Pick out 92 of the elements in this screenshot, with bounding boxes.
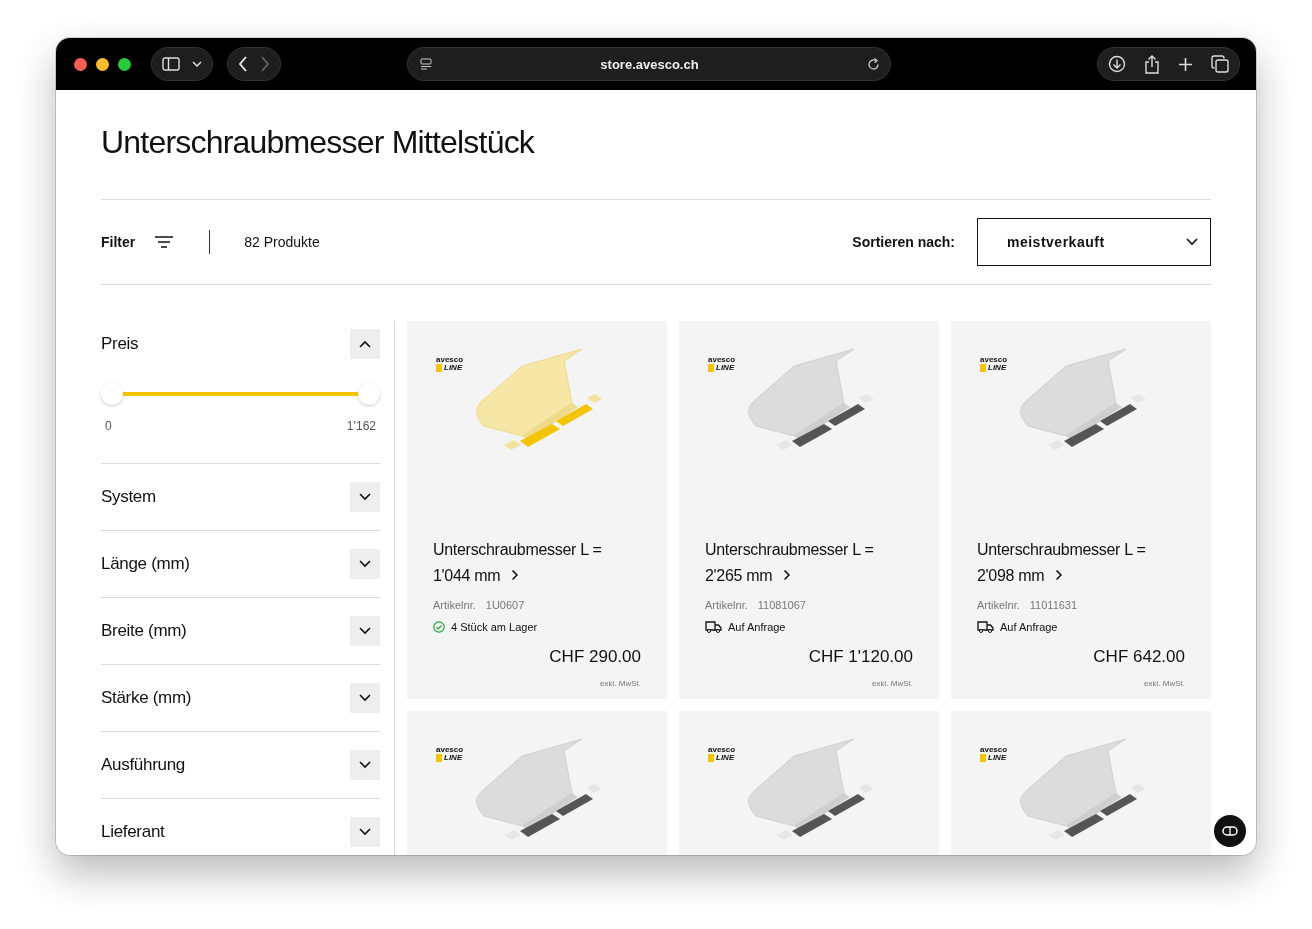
new-tab-button[interactable] [1178,56,1193,72]
logo-text: LINE [708,364,736,372]
sku-number: 1U0607 [485,599,525,611]
filter-section-label: Lieferant [101,822,165,842]
filter-button[interactable]: Filter [101,234,174,250]
sku-label: Artikelnr. [977,599,1020,611]
product-card[interactable]: avesco LINE [951,711,1211,855]
product-card[interactable]: avesco LINE [407,711,667,855]
product-price: CHF 642.00 [1093,647,1185,667]
back-button[interactable] [238,56,248,72]
filter-section-label: Ausführung [101,755,185,775]
tax-note: exkl. MwSt. [1144,679,1185,688]
sku-label: Artikelnr. [705,599,748,611]
logo-text: avesco [436,746,464,754]
expand-toggle-button[interactable] [350,549,380,579]
filter-section-label: Breite (mm) [101,621,187,641]
chevron-down-icon [359,627,371,635]
expand-toggle-button[interactable] [350,683,380,713]
sort-dropdown[interactable]: meistverkauft [977,218,1211,266]
logo-text: avesco [708,356,736,364]
product-name-link[interactable]: Unterschraubmesser L = 2'098 mm [977,537,1185,589]
filter-icon [155,236,174,248]
product-name-link[interactable]: Unterschraubmesser L = 2'265 mm [705,537,913,589]
sku-number: 11081067 [757,599,806,611]
chat-icon [1222,826,1238,836]
check-circle-icon [433,621,445,633]
address-bar[interactable]: store.avesco.ch [407,47,891,81]
url-text: store.avesco.ch [599,56,700,72]
page-title: Unterschraubmesser Mittelstück [101,123,536,162]
product-count: 82 Produkte [244,234,320,250]
minimize-button[interactable] [96,57,109,71]
logo-text: LINE [980,364,1008,372]
logo-text: LINE [708,754,736,762]
product-name-link[interactable]: Unterschraubmesser L = 1'044 mm [433,537,641,589]
chevron-down-icon [359,761,371,769]
logo-text: LINE [436,364,464,372]
sidebar-toggle-button[interactable] [151,47,213,81]
expand-toggle-button[interactable] [350,750,380,780]
logo-text: avesco [436,356,464,364]
close-button[interactable] [74,57,87,71]
chevron-down-icon [359,560,371,568]
chevron-down-icon [1186,238,1198,246]
expand-toggle-button[interactable] [350,817,380,847]
product-card[interactable]: avesco LINE [679,711,939,855]
logo-text: avesco [708,746,736,754]
slider-thumb[interactable] [101,383,123,405]
chevron-right-icon [782,569,791,581]
page-menu-icon [420,58,432,70]
tax-note: exkl. MwSt. [600,679,641,688]
filter-section-label: System [101,487,156,507]
filter-section-label: Stärke (mm) [101,688,192,708]
chevron-up-icon [359,340,371,348]
sidebar-icon [162,57,180,71]
forward-button[interactable] [260,56,270,72]
logo-text: avesco [980,746,1008,754]
chevron-down-icon [359,828,371,836]
stock-status: Auf Anfrage [1000,621,1058,633]
tax-note: exkl. MwSt. [872,679,913,688]
product-price: CHF 290.00 [549,647,641,667]
chevron-right-icon [510,569,519,581]
price-range-slider[interactable] [101,383,380,405]
chevron-right-icon [1054,569,1063,581]
expand-toggle-button[interactable] [350,616,380,646]
product-card[interactable]: avesco LINE Unterschraubmesser L = 1'044 mm Artikelnr. 1U0607 4 Stück am Lager CHF 290.00 exkl. MwSt. [407,321,667,699]
chevron-down-icon [192,61,202,67]
truck-icon [977,621,994,633]
stock-status: Auf Anfrage [728,621,786,633]
filter-section-label: Preis [101,334,139,354]
expand-toggle-button[interactable] [350,482,380,512]
tabs-overview-button[interactable] [1211,55,1229,73]
truck-icon [705,621,722,633]
logo-text: avesco [980,356,1008,364]
sort-label: Sortieren nach: [852,234,955,250]
logo-text: LINE [980,754,1008,762]
product-card[interactable]: avesco LINE Unterschraubmesser L = 2'098 mm Artikelnr. 11011631 Auf Anfrage CHF 642.00 exkl. MwSt. [951,321,1211,699]
product-card[interactable]: avesco LINE Unterschraubmesser L = 2'265 mm Artikelnr. 11081067 Auf Anfrage CHF 1'120.00 exkl. MwSt. [679,321,939,699]
expand-toggle-button[interactable] [350,329,380,359]
share-button[interactable] [1144,54,1160,74]
zoom-button[interactable] [118,57,131,71]
min-price-label: 0 [105,419,112,433]
sku-label: Artikelnr. [433,599,476,611]
download-button[interactable] [1108,55,1126,73]
max-price-label: 1’162 [346,419,376,433]
reload-icon[interactable] [867,57,880,71]
chevron-down-icon [359,493,371,501]
chevron-down-icon [359,694,371,702]
product-price: CHF 1'120.00 [808,647,913,667]
filter-section-label: Länge (mm) [101,554,190,574]
logo-text: LINE [436,754,464,762]
stock-status: 4 Stück am Lager [451,621,538,633]
sku-number: 11011631 [1029,599,1078,611]
slider-thumb[interactable] [358,383,380,405]
